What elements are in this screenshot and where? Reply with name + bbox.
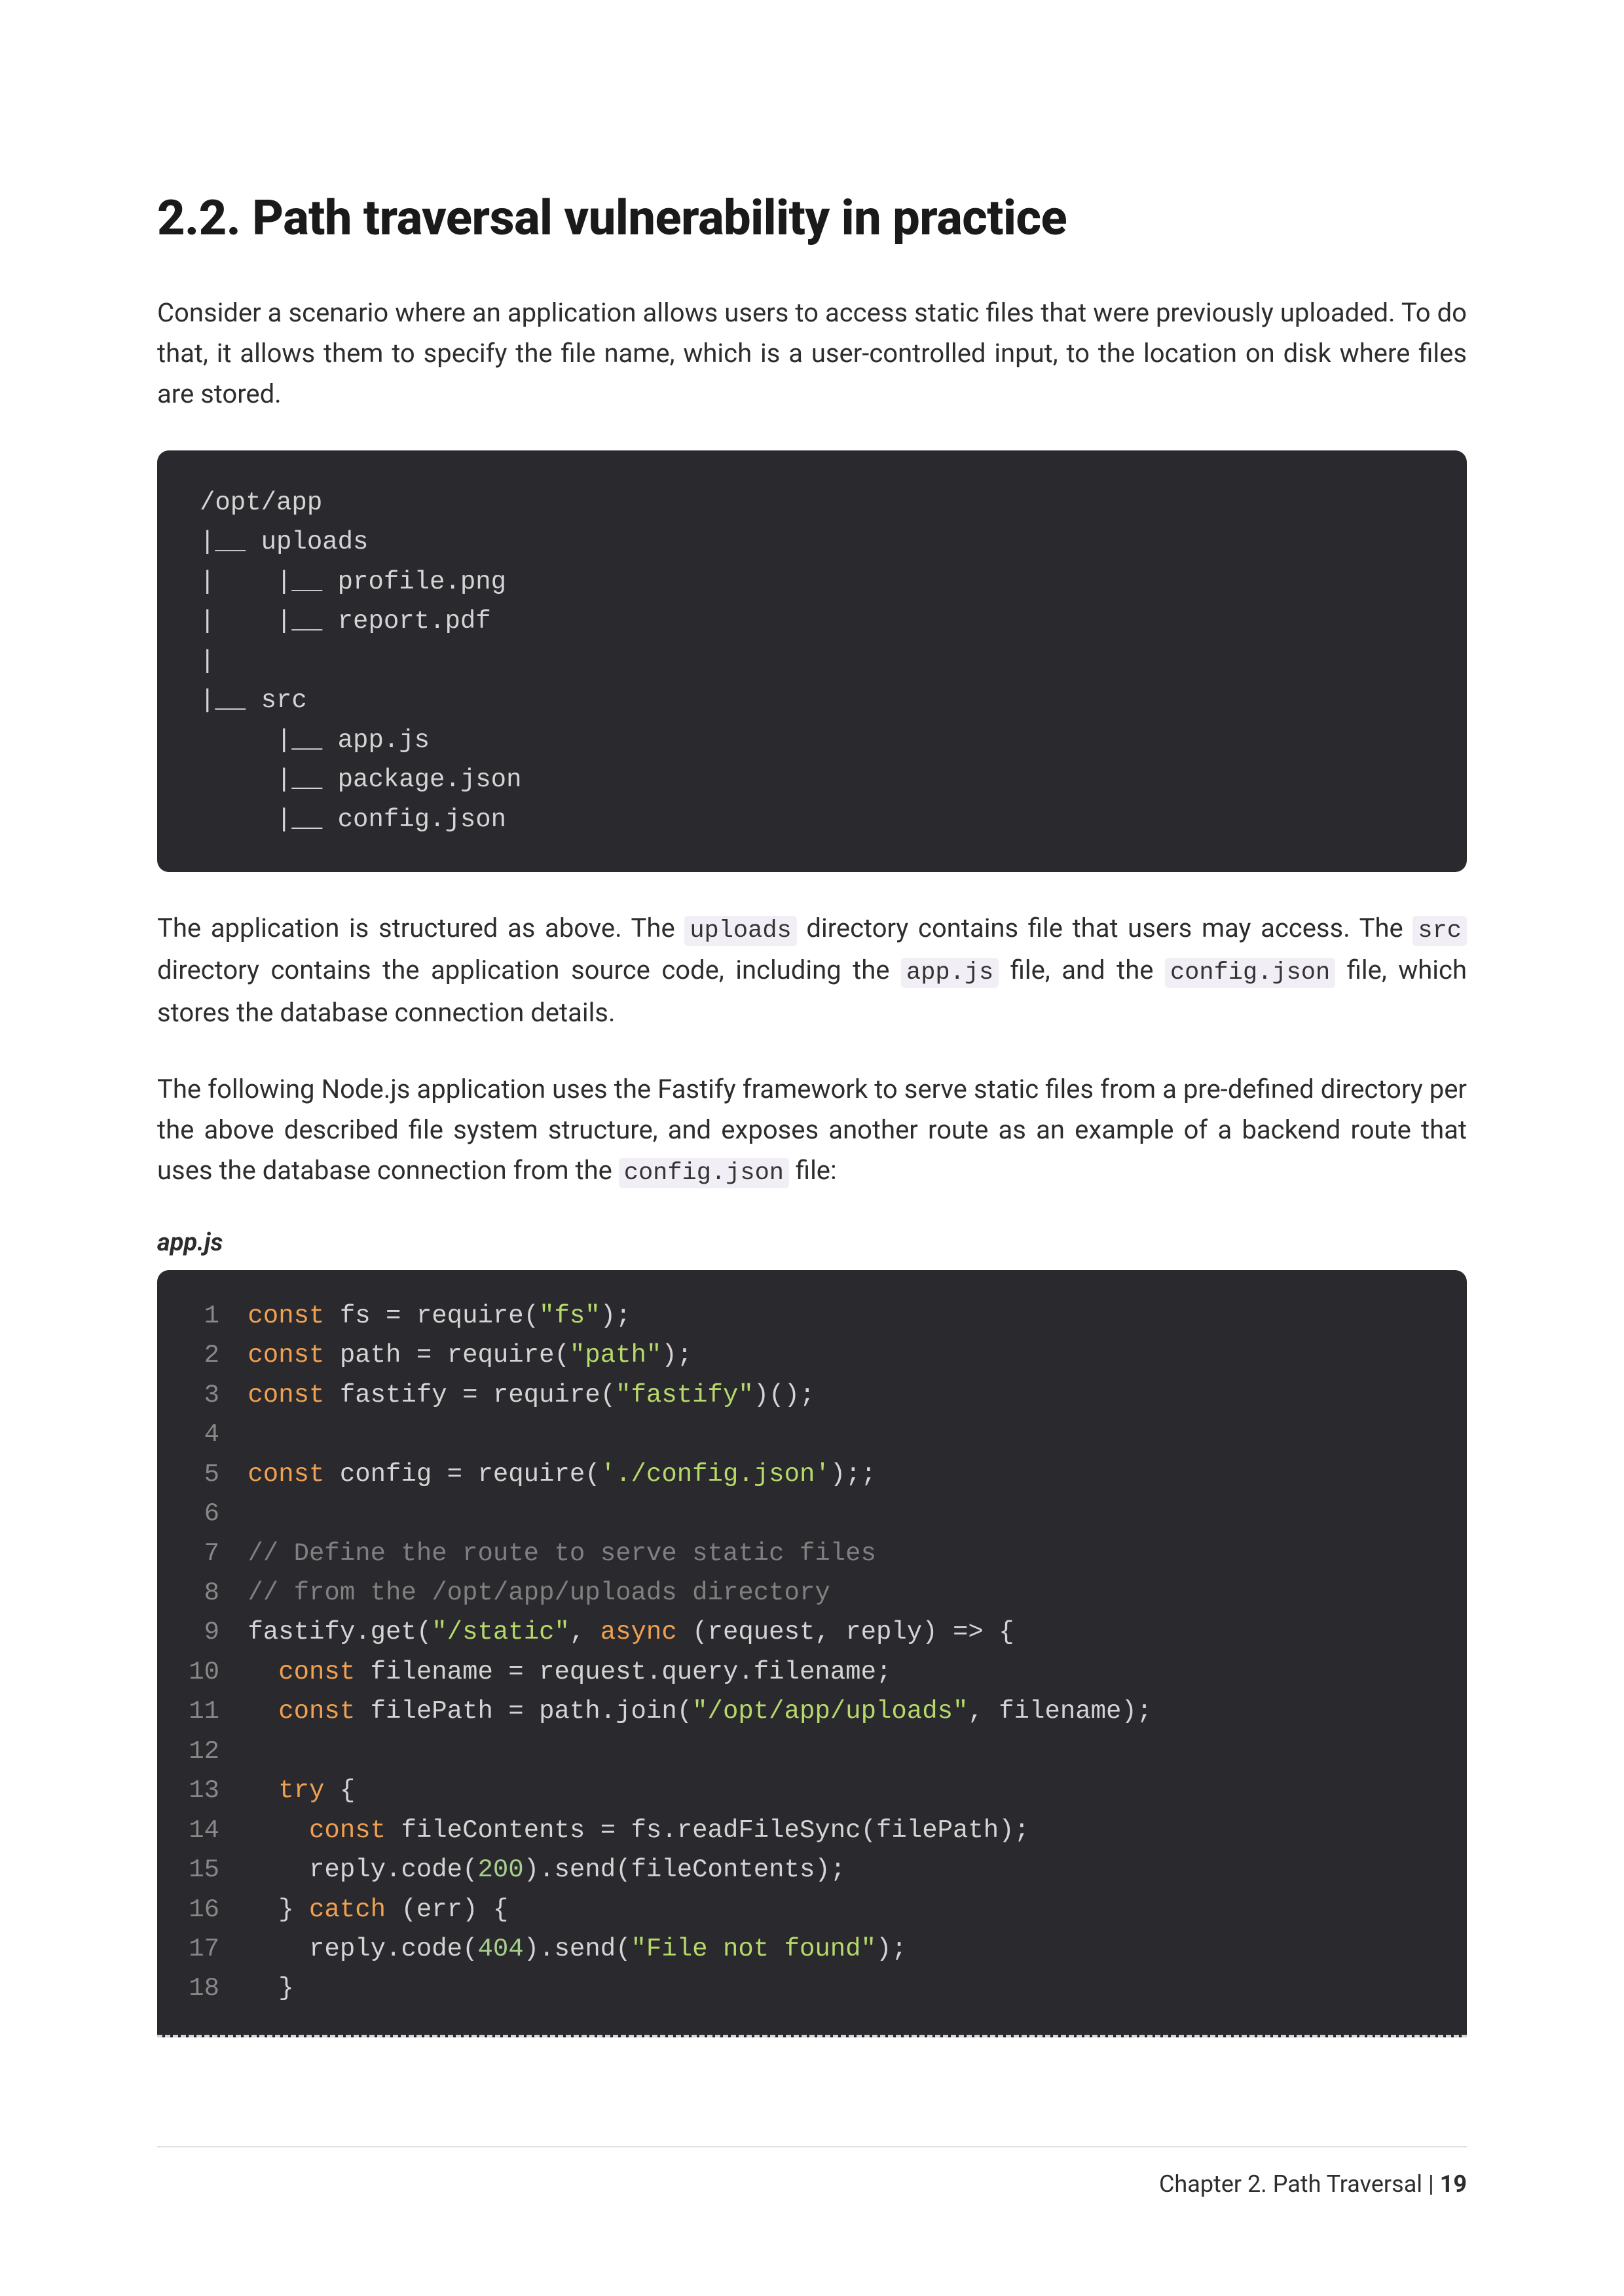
code-text: ,	[570, 1618, 600, 1647]
string: "/opt/app/uploads"	[692, 1697, 968, 1726]
code-text: ).send(fileContents);	[524, 1855, 845, 1884]
code-text: config = require(	[324, 1460, 600, 1489]
keyword: const	[309, 1816, 386, 1845]
string: "fs"	[539, 1302, 600, 1330]
comment: // Define the route to serve static file…	[248, 1539, 876, 1568]
code-text: (request, reply) => {	[677, 1618, 1014, 1647]
footer-page-number: 19	[1440, 2170, 1467, 2198]
text: The application is structured as above. …	[157, 913, 684, 943]
paragraph-1: Consider a scenario where an application…	[157, 293, 1467, 414]
keyword: const	[248, 1341, 324, 1370]
section-heading: 2.2. Path traversal vulnerability in pra…	[157, 190, 1467, 247]
code-text: );;	[830, 1460, 876, 1489]
keyword: const	[278, 1697, 355, 1726]
code-text: reply.code(	[309, 1855, 477, 1884]
keyword: const	[278, 1658, 355, 1686]
string: "path"	[570, 1341, 661, 1370]
line-number: 8	[183, 1573, 219, 1613]
line-number: 2	[183, 1336, 219, 1375]
code-text: {	[324, 1776, 355, 1805]
app-js-code-block: 1 const fs = require("fs"); 2 const path…	[157, 1270, 1467, 2037]
keyword: const	[248, 1460, 324, 1489]
code-text: , filename);	[968, 1697, 1152, 1726]
text: file:	[789, 1155, 837, 1186]
code-text: filename = request.query.filename;	[355, 1658, 891, 1686]
keyword: try	[278, 1776, 324, 1805]
inline-code-configjson-2: config.json	[619, 1158, 789, 1188]
code-text: ).send(	[524, 1935, 631, 1963]
code-text: fileContents = fs.readFileSync(filePath)…	[386, 1816, 1029, 1845]
code-text: }	[232, 1974, 294, 2003]
code-text: );	[600, 1302, 631, 1330]
keyword: catch	[309, 1895, 386, 1924]
code-text: fastify.get(	[248, 1618, 432, 1647]
line-number: 12	[183, 1732, 219, 1771]
keyword: async	[600, 1618, 677, 1647]
code-text	[232, 1776, 278, 1805]
line-number: 18	[183, 1969, 219, 2008]
inline-code-src: src	[1412, 916, 1467, 946]
number: 404	[477, 1935, 523, 1963]
code-text	[232, 1658, 278, 1686]
code-caption: app.js	[157, 1228, 1467, 1257]
text: directory contains the application sourc…	[157, 955, 901, 985]
inline-code-appjs: app.js	[901, 958, 999, 988]
code-text: }	[232, 1895, 309, 1924]
keyword: const	[248, 1381, 324, 1410]
line-number: 14	[183, 1811, 219, 1850]
line-number: 1	[183, 1296, 219, 1336]
line-number: 11	[183, 1692, 219, 1731]
paragraph-3: The following Node.js application uses t…	[157, 1069, 1467, 1192]
line-number: 7	[183, 1534, 219, 1573]
code-text: path = require(	[324, 1341, 569, 1370]
text: directory contains file that users may a…	[797, 913, 1413, 943]
code-text: );	[876, 1935, 907, 1963]
line-number: 13	[183, 1771, 219, 1810]
line-number: 17	[183, 1929, 219, 1969]
line-number: 3	[183, 1376, 219, 1415]
code-text: );	[661, 1341, 692, 1370]
code-text: )();	[754, 1381, 815, 1410]
string: "fastify"	[616, 1381, 754, 1410]
inline-code-uploads: uploads	[684, 916, 796, 946]
code-text: fs = require(	[324, 1302, 539, 1330]
file-tree-code-block: /opt/app |__ uploads | |__ profile.png |…	[157, 450, 1467, 872]
string: "File not found"	[631, 1935, 876, 1963]
code-text	[232, 1935, 309, 1963]
page-footer: Chapter 2. Path Traversal | 19	[157, 2146, 1467, 2198]
footer-chapter: Chapter 2. Path Traversal	[1159, 2170, 1422, 2198]
comment: // from the /opt/app/uploads directory	[248, 1578, 830, 1607]
line-number: 9	[183, 1613, 219, 1652]
code-text: reply.code(	[309, 1935, 477, 1963]
line-number: 5	[183, 1455, 219, 1494]
code-text: filePath = path.join(	[355, 1697, 692, 1726]
code-text	[232, 1697, 278, 1726]
line-number: 4	[183, 1415, 219, 1454]
string: "/static"	[432, 1618, 570, 1647]
code-text: fastify = require(	[324, 1381, 616, 1410]
code-text: (err) {	[386, 1895, 508, 1924]
number: 200	[477, 1855, 523, 1884]
line-number: 6	[183, 1494, 219, 1533]
keyword: const	[248, 1302, 324, 1330]
text: file, and the	[999, 955, 1165, 985]
line-number: 15	[183, 1850, 219, 1889]
string: './config.json'	[600, 1460, 830, 1489]
line-number: 10	[183, 1652, 219, 1692]
line-number: 16	[183, 1890, 219, 1929]
code-text	[232, 1855, 309, 1884]
footer-separator: |	[1422, 2170, 1440, 2198]
paragraph-2: The application is structured as above. …	[157, 908, 1467, 1033]
inline-code-configjson: config.json	[1165, 958, 1335, 988]
code-text	[232, 1816, 309, 1845]
